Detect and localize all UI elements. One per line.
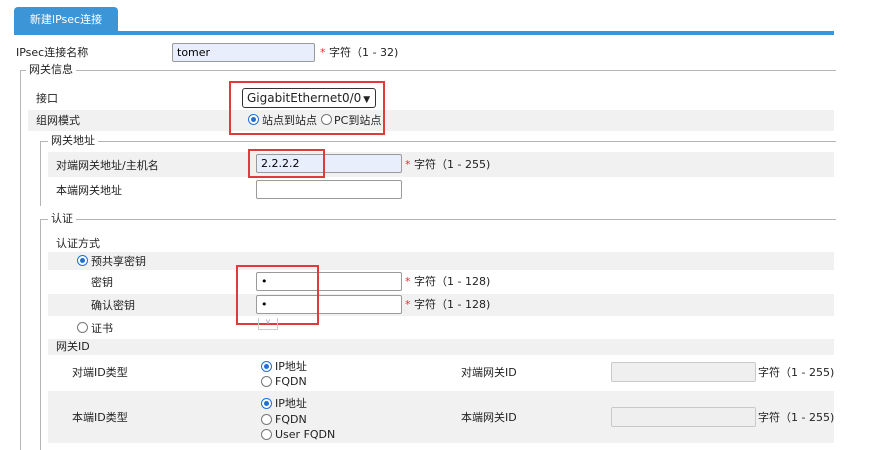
radio-peer-id-ip[interactable]	[261, 361, 272, 372]
radio-peer-id-fqdn-label: FQDN	[275, 375, 307, 388]
network-mode-row	[28, 110, 834, 131]
radio-peer-id-fqdn[interactable]	[261, 376, 272, 387]
confirm-key-label: 确认密钥	[91, 299, 135, 312]
highlight-box-peer-address	[248, 149, 325, 178]
peer-gateway-id-input[interactable]	[611, 362, 756, 382]
connection-name-hint: * 字符（1 - 32)	[320, 46, 399, 59]
radio-local-id-user-fqdn-label: User FQDN	[275, 428, 336, 441]
connection-name-label: IPsec连接名称	[16, 46, 89, 59]
gateway-address-legend: 网关地址	[48, 135, 98, 147]
radio-local-id-ip[interactable]	[261, 398, 272, 409]
network-mode-label: 组网模式	[36, 114, 80, 127]
radio-local-id-fqdn[interactable]	[261, 414, 272, 425]
gateway-info-legend: 网关信息	[26, 64, 76, 76]
radio-local-id-ip-label: IP地址	[275, 397, 307, 410]
peer-gateway-label: 对端网关地址/主机名	[56, 159, 159, 172]
highlight-box-keys	[236, 265, 319, 325]
key-label: 密钥	[91, 276, 113, 289]
gateway-id-title: 网关ID	[56, 340, 90, 353]
peer-gateway-hint: * 字符（1 - 255)	[405, 158, 491, 171]
radio-certificate-label: 证书	[91, 322, 113, 335]
radio-peer-id-ip-label: IP地址	[275, 360, 307, 373]
highlight-box-interface	[229, 81, 385, 135]
tab-underline	[14, 31, 834, 35]
certificate-select[interactable]: ∨	[258, 318, 278, 330]
connection-name-input[interactable]	[172, 43, 315, 62]
interface-label: 接口	[36, 92, 58, 105]
key-hint: * 字符（1 - 128)	[405, 275, 491, 288]
radio-certificate[interactable]	[77, 322, 88, 333]
local-gateway-id-label: 本端网关ID	[461, 411, 517, 424]
psk-row	[48, 252, 834, 270]
peer-id-type-label: 对端ID类型	[72, 366, 128, 379]
auth-legend: 认证	[48, 213, 76, 225]
gateway-id-header-row	[48, 339, 834, 355]
peer-gateway-id-label: 对端网关ID	[461, 366, 517, 379]
auth-method-label: 认证方式	[56, 237, 100, 250]
local-gateway-id-input[interactable]	[611, 407, 756, 427]
local-gateway-id-hint: 字符（1 - 255)	[758, 411, 835, 424]
local-gateway-label: 本端网关地址	[56, 184, 122, 197]
tab-new-ipsec-connection[interactable]: 新建IPsec连接	[14, 7, 118, 33]
radio-local-id-fqdn-label: FQDN	[275, 413, 307, 426]
radio-psk[interactable]	[77, 255, 88, 266]
radio-local-id-user-fqdn[interactable]	[261, 429, 272, 440]
confirm-key-hint: * 字符（1 - 128)	[405, 298, 491, 311]
local-id-type-label: 本端ID类型	[72, 411, 128, 424]
local-gateway-input[interactable]	[256, 180, 402, 199]
radio-psk-label: 预共享密钥	[91, 255, 146, 268]
chevron-down-icon: ∨	[265, 317, 271, 326]
peer-gateway-id-hint: 字符（1 - 255)	[758, 366, 835, 379]
